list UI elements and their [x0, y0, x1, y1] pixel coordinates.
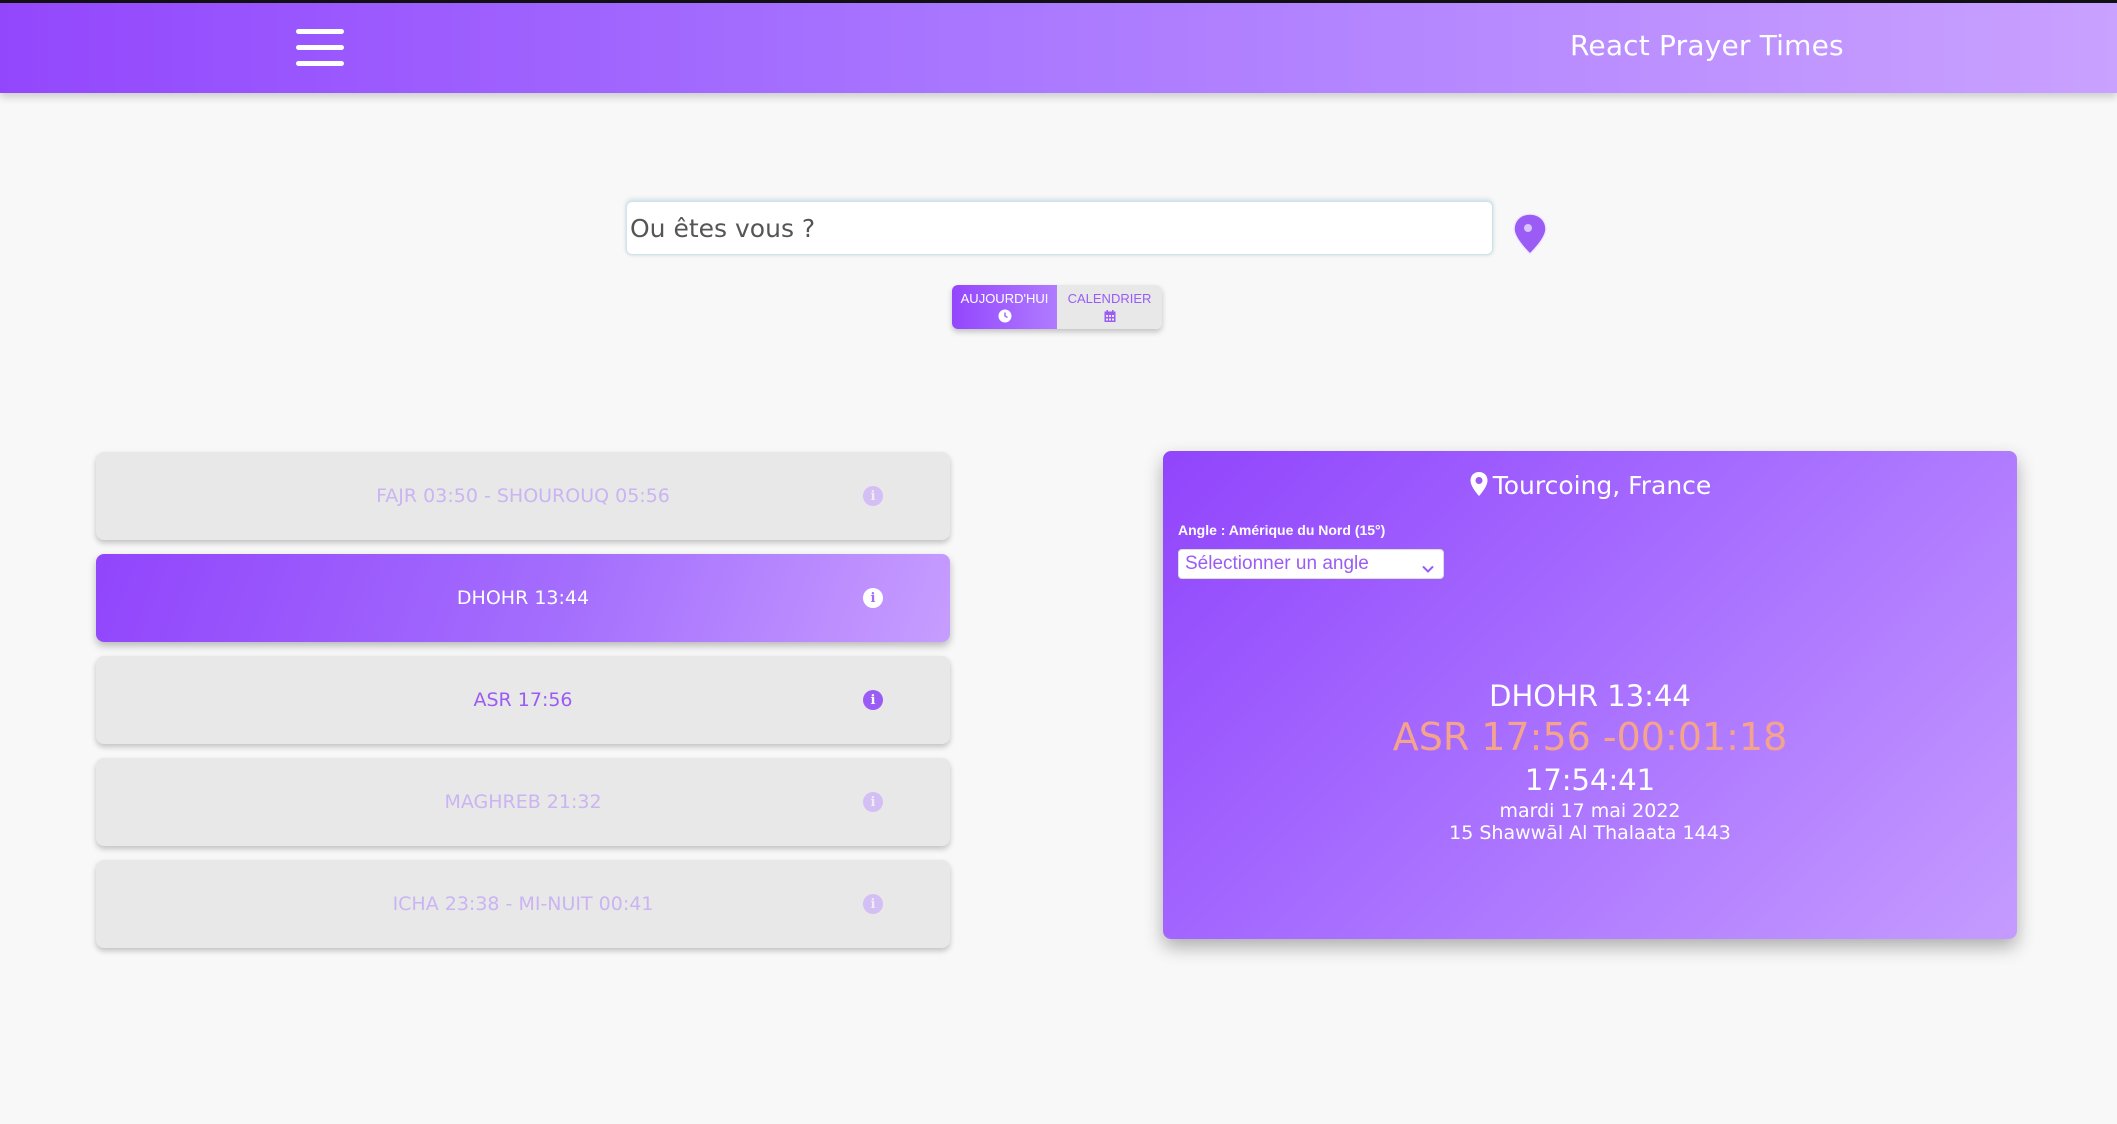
app-header: React Prayer Times	[0, 3, 2117, 93]
next-prayer-countdown: ASR 17:56 -00:01:18	[1392, 715, 1788, 759]
tab-today[interactable]: AUJOURD'HUI	[952, 285, 1057, 329]
prayer-label: ICHA 23:38 - MI-NUIT 00:41	[392, 893, 654, 915]
prayer-card-icha[interactable]: ICHA 23:38 - MI-NUIT 00:41 i	[96, 860, 950, 948]
prayer-list: FAJR 03:50 - SHOUROUQ 05:56 i DHOHR 13:4…	[96, 452, 950, 962]
info-icon[interactable]: i	[863, 690, 883, 710]
calendar-icon	[1103, 309, 1117, 323]
tab-calendar-label: CALENDRIER	[1067, 291, 1152, 306]
chevron-down-icon	[1421, 557, 1435, 585]
angle-select-value: Sélectionner un angle	[1185, 553, 1369, 574]
tab-today-label: AUJOURD'HUI	[960, 291, 1049, 306]
info-icon[interactable]: i	[863, 792, 883, 812]
angle-label: Angle : Amérique du Nord (15°)	[1178, 522, 1386, 538]
gregorian-date: mardi 17 mai 2022	[1499, 800, 1681, 822]
prayer-label: DHOHR 13:44	[456, 587, 590, 609]
hamburger-menu-icon[interactable]	[296, 27, 348, 69]
hijri-date: 15 Shawwāl Al Thalaata 1443	[1449, 822, 1731, 844]
prayer-card-asr[interactable]: ASR 17:56 i	[96, 656, 950, 744]
view-toggle: AUJOURD'HUI CALENDRIER	[952, 285, 1162, 329]
prayer-card-dhohr[interactable]: DHOHR 13:44 i	[96, 554, 950, 642]
prayer-card-maghreb[interactable]: MAGHREB 21:32 i	[96, 758, 950, 846]
prayer-card-fajr[interactable]: FAJR 03:50 - SHOUROUQ 05:56 i	[96, 452, 950, 540]
angle-select[interactable]: Sélectionner un angle	[1178, 549, 1444, 579]
info-icon[interactable]: i	[863, 486, 883, 506]
city-heading: Tourcoing, France	[1163, 471, 2017, 500]
prayer-label: FAJR 03:50 - SHOUROUQ 05:56	[376, 485, 670, 507]
current-time: 17:54:41	[1524, 763, 1656, 797]
app-title: React Prayer Times	[1570, 29, 1844, 62]
location-pin-icon	[1470, 472, 1488, 496]
location-search-input[interactable]	[626, 201, 1493, 255]
tab-calendar[interactable]: CALENDRIER	[1057, 285, 1162, 329]
city-name: Tourcoing, France	[1492, 471, 1712, 500]
info-icon[interactable]: i	[863, 894, 883, 914]
prayer-label: MAGHREB 21:32	[444, 791, 602, 813]
map-pin-icon[interactable]	[1510, 210, 1550, 258]
prayer-detail-panel: Tourcoing, France Angle : Amérique du No…	[1163, 451, 2017, 939]
clock-icon	[998, 309, 1012, 323]
prayer-label: ASR 17:56	[473, 689, 573, 711]
current-prayer: DHOHR 13:44	[1489, 679, 1691, 713]
info-icon[interactable]: i	[863, 588, 883, 608]
